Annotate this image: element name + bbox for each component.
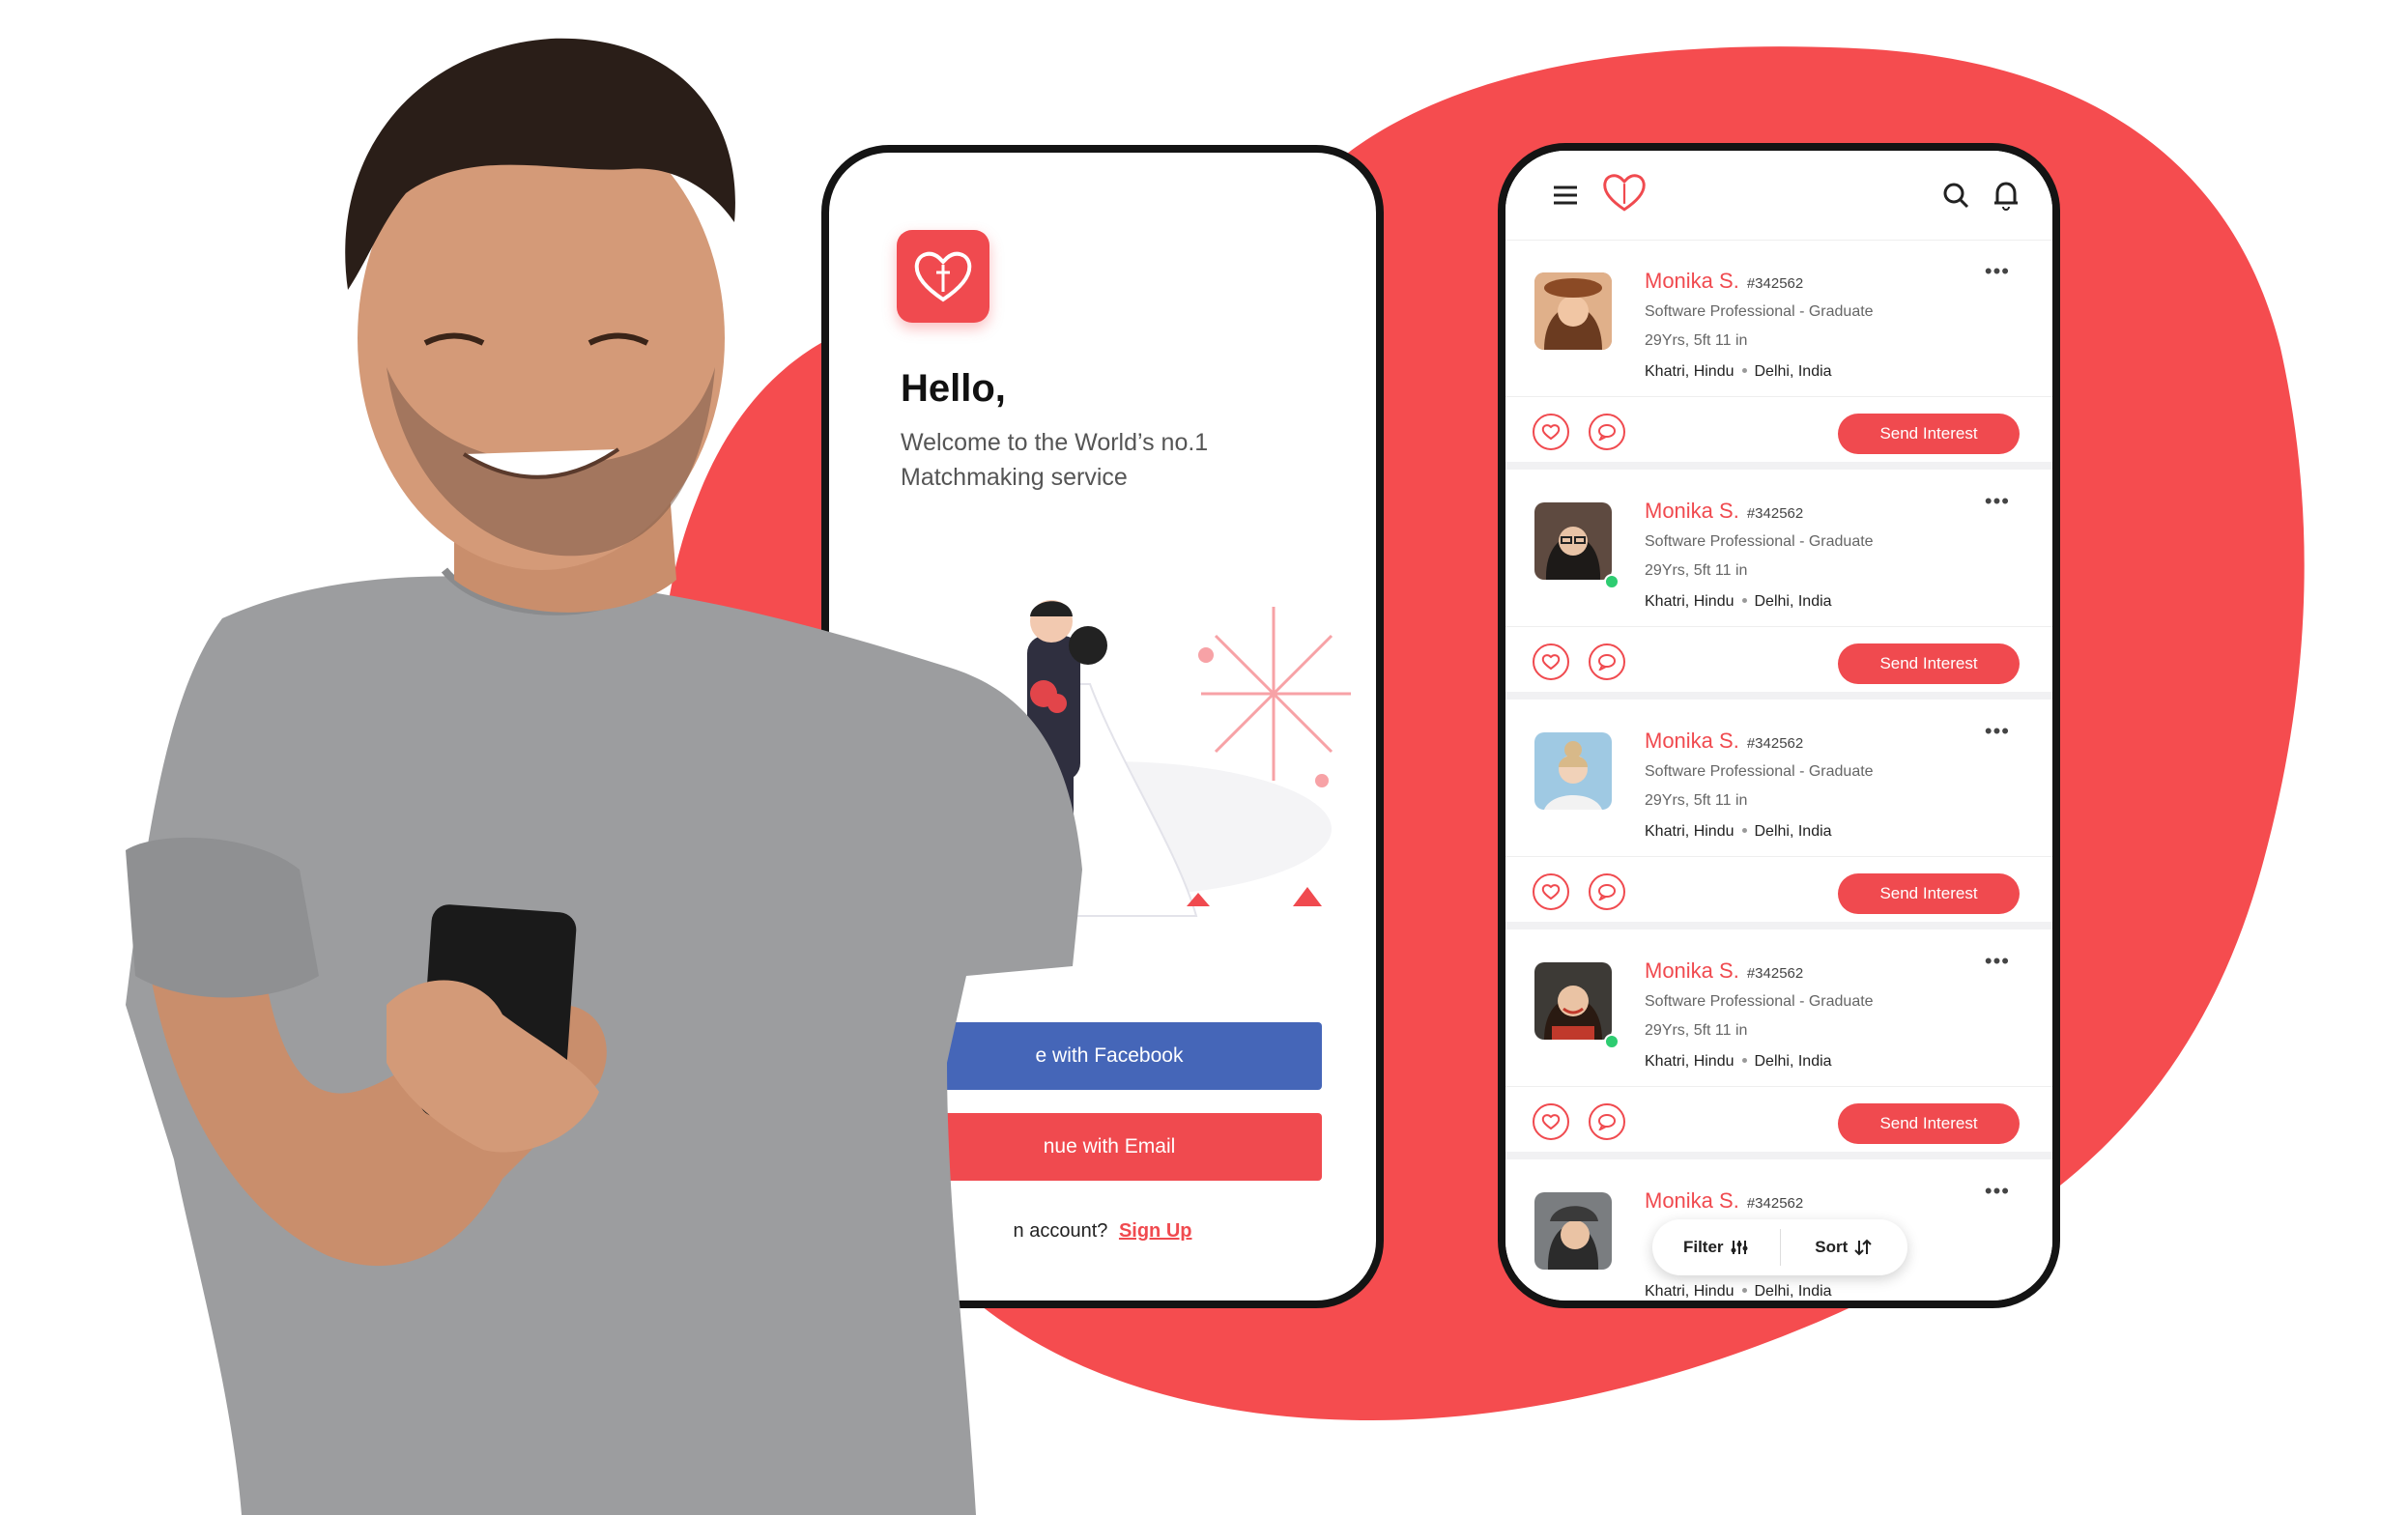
chat-button[interactable]: [1589, 873, 1625, 910]
profile-name[interactable]: Monika S. #342562: [1645, 958, 1803, 984]
matches-phone: Monika S. #342562 Software Professional -…: [1498, 143, 2060, 1308]
more-options-icon[interactable]: •••: [1985, 949, 2010, 974]
like-button[interactable]: [1533, 873, 1569, 910]
sort-icon: [1854, 1239, 1872, 1256]
profile-name[interactable]: Monika S. #342562: [1645, 269, 1803, 294]
bell-icon[interactable]: [1989, 178, 2023, 213]
profile-age-height: 29Yrs, 5ft 11 in: [1645, 1022, 1748, 1039]
card-divider: [1505, 856, 2052, 857]
more-options-icon[interactable]: •••: [1985, 489, 2010, 514]
chat-icon: [1598, 1114, 1616, 1130]
avatar[interactable]: [1534, 732, 1612, 810]
more-options-icon[interactable]: •••: [1985, 259, 2010, 284]
profile-name[interactable]: Monika S. #342562: [1645, 499, 1803, 524]
profile-card[interactable]: Monika S. #342562 Software Professional -…: [1505, 240, 2052, 470]
heart-icon: [1541, 654, 1561, 671]
profile-name[interactable]: Monika S. #342562: [1645, 1188, 1803, 1214]
profile-community-location: Khatri, Hindu Delhi, India: [1645, 1283, 1832, 1300]
profile-list: Monika S. #342562 Software Professional -…: [1505, 240, 2052, 1301]
profile-name[interactable]: Monika S. #342562: [1645, 729, 1803, 754]
avatar[interactable]: [1534, 962, 1612, 1040]
profile-card[interactable]: Monika S. #342562 Software Professional -…: [1505, 470, 2052, 700]
profile-card[interactable]: Monika S. #342562 Software Professional -…: [1505, 929, 2052, 1159]
avatar[interactable]: [1534, 272, 1612, 350]
profile-profession: Software Professional - Graduate: [1645, 303, 1874, 320]
profile-community-location: Khatri, Hindu Delhi, India: [1645, 823, 1832, 840]
heart-icon: [1541, 884, 1561, 900]
card-divider: [1505, 1086, 2052, 1087]
chat-icon: [1598, 424, 1616, 441]
profile-profession: Software Professional - Graduate: [1645, 763, 1874, 780]
filter-button[interactable]: Filter: [1652, 1219, 1780, 1275]
heart-icon: [1541, 1114, 1561, 1130]
profile-community-location: Khatri, Hindu Delhi, India: [1645, 593, 1832, 610]
filter-sort-bar: Filter Sort: [1652, 1219, 1907, 1275]
filter-icon: [1731, 1241, 1748, 1254]
man-with-phone-photo: [126, 38, 1082, 1515]
send-interest-button[interactable]: Send Interest: [1838, 414, 2020, 454]
more-options-icon[interactable]: •••: [1985, 1179, 2010, 1204]
profile-age-height: 29Yrs, 5ft 11 in: [1645, 792, 1748, 809]
menu-icon[interactable]: [1548, 178, 1583, 213]
like-button[interactable]: [1533, 643, 1569, 680]
profile-community-location: Khatri, Hindu Delhi, India: [1645, 1053, 1832, 1070]
like-button[interactable]: [1533, 1103, 1569, 1140]
send-interest-button[interactable]: Send Interest: [1838, 643, 2020, 684]
card-divider: [1505, 626, 2052, 627]
like-button[interactable]: [1533, 414, 1569, 450]
profile-community-location: Khatri, Hindu Delhi, India: [1645, 363, 1832, 380]
chat-button[interactable]: [1589, 414, 1625, 450]
card-divider: [1505, 396, 2052, 397]
fireworks-icon: [1201, 607, 1351, 781]
more-options-icon[interactable]: •••: [1985, 719, 2010, 744]
chat-icon: [1598, 884, 1616, 900]
chat-button[interactable]: [1589, 1103, 1625, 1140]
profile-profession: Software Professional - Graduate: [1645, 993, 1874, 1010]
avatar[interactable]: [1534, 502, 1612, 580]
search-icon[interactable]: [1938, 178, 1973, 213]
profile-profession: Software Professional - Graduate: [1645, 533, 1874, 550]
heart-logo-icon: [1603, 174, 1646, 212]
chat-button[interactable]: [1589, 643, 1625, 680]
profile-age-height: 29Yrs, 5ft 11 in: [1645, 332, 1748, 349]
avatar[interactable]: [1534, 1192, 1612, 1270]
send-interest-button[interactable]: Send Interest: [1838, 873, 2020, 914]
profile-card[interactable]: Monika S. #342562 Software Professional -…: [1505, 700, 2052, 929]
online-indicator: [1604, 574, 1620, 589]
sort-button[interactable]: Sort: [1781, 1219, 1908, 1275]
chat-icon: [1598, 654, 1616, 671]
top-bar: [1505, 151, 2052, 241]
profile-age-height: 29Yrs, 5ft 11 in: [1645, 562, 1748, 579]
heart-icon: [1541, 424, 1561, 441]
online-indicator: [1604, 1034, 1620, 1049]
send-interest-button[interactable]: Send Interest: [1838, 1103, 2020, 1144]
